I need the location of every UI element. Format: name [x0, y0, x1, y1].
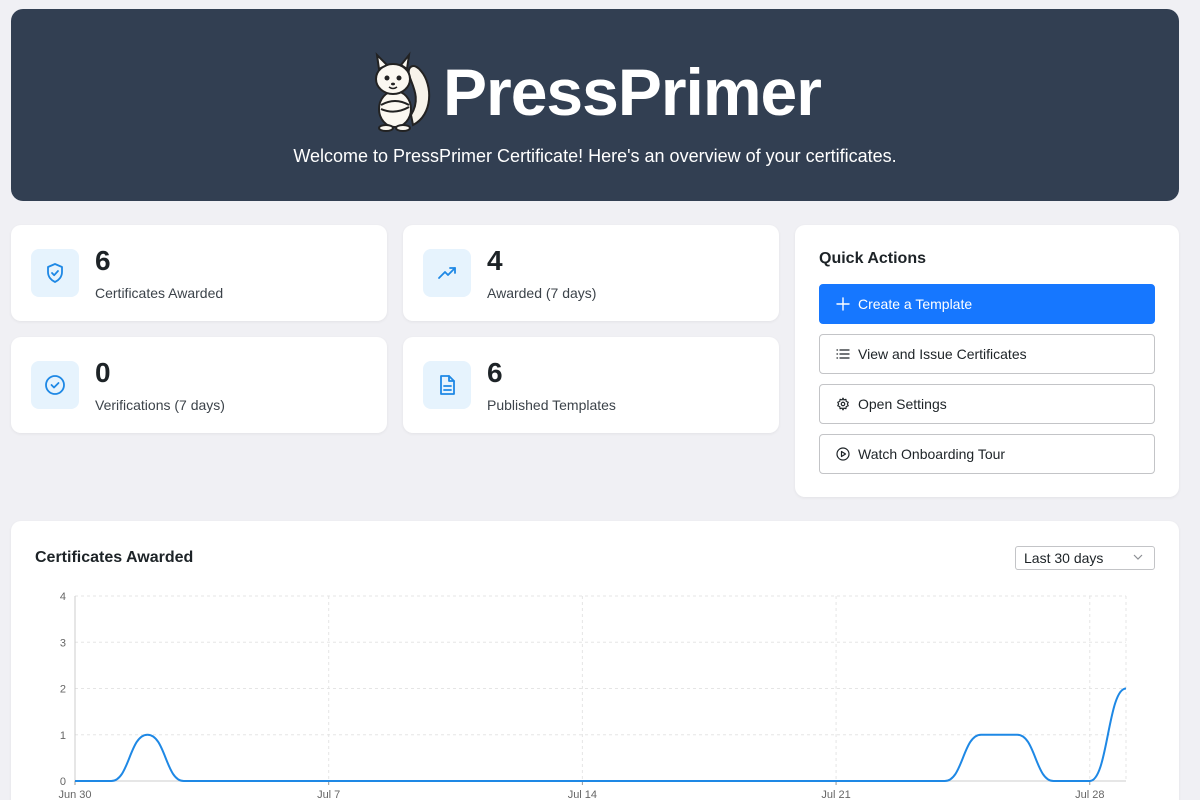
- quick-actions-title: Quick Actions: [819, 250, 926, 267]
- stat-value: 4: [487, 245, 503, 276]
- button-label: Open Settings: [858, 396, 947, 412]
- stat-card-published-templates: 6 Published Templates: [403, 337, 779, 433]
- play-circle-icon: [836, 447, 850, 461]
- y-tick-label: 2: [60, 684, 66, 696]
- stat-card-verifications: 0 Verifications (7 days): [11, 337, 387, 433]
- brand-logo: PressPrimer: [367, 49, 822, 135]
- line-chart: 0 1 2 3 4 Jun 30 Jul 7 Jul 14 Jul 21 Jul 28: [58, 591, 1127, 800]
- stat-value: 6: [487, 357, 503, 388]
- y-tick-label: 3: [60, 637, 66, 649]
- stat-card-certificates-awarded: 6 Certificates Awarded: [11, 225, 387, 321]
- stat-label: Certificates Awarded: [95, 285, 224, 301]
- plus-icon: [836, 297, 850, 311]
- list-icon: [836, 347, 850, 361]
- document-icon: [423, 361, 471, 409]
- create-template-button[interactable]: Create a Template: [819, 284, 1155, 324]
- open-settings-button[interactable]: Open Settings: [819, 384, 1155, 424]
- stat-value: 0: [95, 357, 111, 388]
- x-tick-label: Jul 21: [821, 789, 850, 800]
- stat-value: 6: [95, 245, 111, 276]
- stat-label: Verifications (7 days): [95, 397, 225, 413]
- stat-card-awarded-7-days: 4 Awarded (7 days): [403, 225, 779, 321]
- gear-icon: [836, 397, 850, 411]
- quick-actions-panel: Quick Actions Create a Template View and…: [795, 225, 1179, 497]
- x-tick-label: Jul 28: [1075, 789, 1104, 800]
- button-label: View and Issue Certificates: [858, 346, 1027, 362]
- welcome-header: PressPrimer Welcome to PressPrimer Certi…: [11, 9, 1179, 201]
- stat-label: Awarded (7 days): [487, 285, 597, 301]
- y-tick-label: 0: [60, 776, 66, 788]
- x-tick-label: Jul 14: [568, 789, 597, 800]
- welcome-text: Welcome to PressPrimer Certificate! Here…: [293, 146, 897, 166]
- certificates-chart-panel: Certificates Awarded Last 30 days 01234J…: [11, 521, 1179, 800]
- brand-name: PressPrimer: [443, 55, 822, 129]
- y-tick-label: 4: [60, 591, 66, 603]
- trending-up-icon: [423, 249, 471, 297]
- view-issue-certificates-button[interactable]: View and Issue Certificates: [819, 334, 1155, 374]
- squirrel-mascot-icon: [375, 51, 431, 132]
- button-label: Watch Onboarding Tour: [858, 446, 1006, 462]
- y-tick-label: 1: [60, 730, 66, 742]
- button-label: Create a Template: [858, 296, 973, 312]
- shield-check-icon: [31, 249, 79, 297]
- x-tick-label: Jul 7: [317, 789, 340, 800]
- stat-label: Published Templates: [487, 397, 616, 413]
- watch-onboarding-tour-button[interactable]: Watch Onboarding Tour: [819, 434, 1155, 474]
- check-circle-icon: [31, 361, 79, 409]
- x-tick-label: Jun 30: [58, 789, 91, 800]
